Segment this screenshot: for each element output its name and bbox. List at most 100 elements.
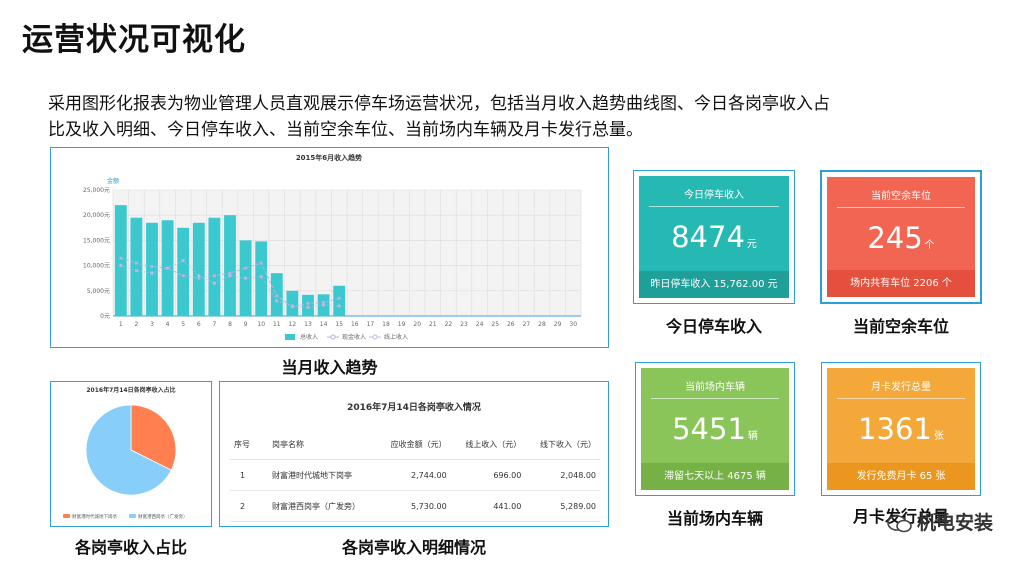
cell-booth: 财富港西岗亭（广发旁） (268, 490, 376, 522)
today-income-card-body: 今日停车收入 8474 元 昨日停车收入 15,762.00 元 (639, 176, 789, 298)
series-point (212, 281, 216, 285)
col-header-receivable: 应收金额（元） (376, 429, 451, 460)
x-tick-label: 10 (257, 321, 265, 328)
watermark-text: 机电安装 (916, 512, 993, 534)
series-point (337, 304, 341, 308)
x-tick-label: 25 (491, 321, 499, 328)
divider (837, 207, 965, 208)
series-point (306, 305, 310, 310)
y-tick-label: 10,000元 (83, 263, 110, 270)
today-income-card: 今日停车收入 8474 元 昨日停车收入 15,762.00 元 (633, 170, 795, 304)
x-tick-label: 30 (569, 321, 577, 328)
series-point (181, 274, 185, 278)
series-point (134, 261, 138, 265)
page-title: 运营状况可视化 (22, 22, 246, 58)
series-point (322, 303, 326, 307)
x-tick-label: 12 (289, 321, 297, 328)
series-point (337, 296, 341, 300)
series-point (181, 258, 185, 263)
x-tick-label: 5 (181, 321, 185, 328)
x-tick-label: 27 (523, 321, 531, 328)
y-series-label: 金额 (107, 177, 119, 185)
monthly-cards-unit: 张 (933, 431, 944, 442)
cars-in-value-row: 5451 辆 (641, 412, 789, 446)
col-header-online: 线上收入（元） (450, 429, 526, 460)
x-tick-label: 11 (273, 321, 281, 328)
legend-swatch-dot (330, 334, 336, 340)
bar-total-income (333, 285, 346, 316)
divider (837, 398, 965, 399)
today-income-foot: 昨日停车收入 15,762.00 元 (639, 271, 789, 298)
cars-in-foot: 滞留七天以上 4675 辆 (641, 463, 789, 490)
bar-total-income (224, 215, 236, 316)
y-tick-label: 0元 (100, 313, 110, 320)
legend-label: 现金收入 (342, 333, 366, 341)
wechat-icon (887, 514, 913, 534)
series-point (119, 264, 123, 268)
trend-chart-panel: 2015年6月收入趋势 金额 25,000元 20,000元 15,000元 10,000… (50, 147, 609, 348)
cars-in-value: 5451 (672, 412, 746, 446)
cell-index: 2 (230, 490, 268, 522)
cell-receivable: 2,744.00 (376, 459, 451, 491)
x-tick-label: 1 (119, 321, 123, 328)
free-spaces-caption: 当前空余车位 (852, 317, 949, 336)
free-spaces-value-row: 245 个 (827, 221, 975, 255)
pie-chart-panel: 2016年7月14日各岗亭收入占比 财富港时代城地下岗亭 财富港西岗亭（广发旁） (50, 381, 212, 527)
detail-table: 序号 岗亭名称 应收金额（元） 线上收入（元） 线下收入（元） 1 财富港时代城… (230, 429, 600, 522)
cell-online: 441.00 (450, 490, 526, 522)
col-header-index: 序号 (230, 429, 268, 460)
series-point (197, 274, 201, 278)
free-spaces-foot: 场内共有车位 2206 个 (827, 270, 975, 297)
today-income-unit: 元 (746, 239, 757, 250)
cell-online: 696.00 (450, 459, 526, 491)
legend-label: 线上收入 (384, 333, 408, 341)
x-tick-label: 7 (212, 321, 216, 328)
monthly-cards-value-row: 1361 张 (827, 412, 975, 446)
table-row: 2 财富港西岗亭（广发旁） 5,730.00 441.00 5,289.00 (230, 490, 600, 522)
series-point (212, 274, 216, 278)
watermark: 机电安装 (887, 508, 993, 535)
cell-offline: 2,048.00 (525, 459, 600, 491)
series-point (306, 301, 310, 305)
divider (651, 398, 779, 399)
today-income-caption: 今日停车收入 (665, 317, 762, 336)
detail-table-title: 2016年7月14日各岗亭收入情况 (347, 403, 481, 413)
x-tick-label: 19 (398, 321, 406, 328)
monthly-cards-card: 月卡发行总量 1361 张 发行免费月卡 65 张 (821, 362, 981, 496)
series-point (228, 274, 232, 278)
col-header-booth: 岗亭名称 (268, 429, 376, 460)
cars-in-card-body: 当前场内车辆 5451 辆 滞留七天以上 4675 辆 (641, 368, 789, 490)
series-point (134, 269, 138, 273)
legend-swatch (285, 334, 295, 340)
free-spaces-card: 当前空余车位 245 个 场内共有车位 2206 个 (820, 170, 982, 304)
x-tick-label: 9 (244, 321, 248, 328)
monthly-cards-card-body: 月卡发行总量 1361 张 发行免费月卡 65 张 (827, 368, 975, 490)
x-tick-label: 6 (197, 321, 201, 328)
series-point (150, 271, 154, 275)
bar-total-income (146, 222, 158, 316)
intro-text: 采用图形化报表为物业管理人员直观展示停车场运营状况，包括当月收入趋势曲线图、今日… (48, 91, 988, 143)
x-tick-label: 23 (460, 321, 468, 328)
monthly-cards-label: 月卡发行总量 (871, 382, 931, 393)
series-point (119, 256, 123, 260)
table-caption: 各岗亭收入明细情况 (341, 538, 486, 557)
trend-caption: 当月收入趋势 (281, 358, 378, 377)
today-income-value: 8474 (671, 220, 745, 254)
series-point (150, 265, 154, 269)
bar-total-income (255, 241, 268, 316)
today-income-value-row: 8474 元 (639, 220, 789, 254)
x-tick-label: 2 (134, 321, 138, 328)
series-point (290, 304, 294, 308)
x-tick-label: 21 (429, 321, 437, 328)
monthly-cards-value: 1361 (858, 412, 932, 446)
cars-in-unit: 辆 (747, 431, 758, 442)
series-point (275, 299, 279, 303)
col-header-offline: 线下收入（元） (525, 429, 600, 460)
y-tick-label: 25,000元 (83, 187, 110, 194)
chart-title: 2016年7月14日各岗亭收入占比 (86, 386, 175, 394)
cell-offline: 5,289.00 (525, 490, 600, 522)
legend-swatch-dot (372, 334, 378, 340)
bar-total-income (130, 217, 143, 316)
intro-line-2: 比及收入明细、今日停车收入、当前空余车位、当前场内车辆及月卡发行总量。 (48, 120, 643, 140)
x-tick-label: 22 (445, 321, 453, 328)
